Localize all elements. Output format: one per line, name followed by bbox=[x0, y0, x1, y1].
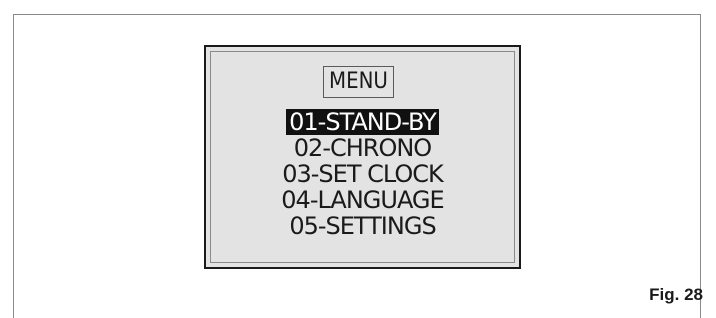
menu-item-set-clock[interactable]: 03-SET CLOCK bbox=[211, 161, 514, 187]
menu-item-chrono[interactable]: 02-CHRONO bbox=[211, 135, 514, 161]
menu-item-stand-by[interactable]: 01-STAND-BY bbox=[211, 109, 514, 135]
menu-item-language[interactable]: 04-LANGUAGE bbox=[211, 187, 514, 213]
lcd-display: MENU 01-STAND-BY 02-CHRONO 03-SET CLOCK … bbox=[204, 45, 521, 269]
menu-item-label: 03-SET CLOCK bbox=[282, 160, 444, 188]
menu-item-label: 01-STAND-BY bbox=[286, 109, 439, 135]
lcd-inner-border: MENU 01-STAND-BY 02-CHRONO 03-SET CLOCK … bbox=[210, 51, 515, 263]
menu-item-label: 02-CHRONO bbox=[293, 134, 432, 162]
menu-item-label: 04-LANGUAGE bbox=[281, 186, 444, 214]
menu-item-settings[interactable]: 05-SETTINGS bbox=[211, 213, 514, 239]
figure-label: Fig. 28 bbox=[649, 285, 703, 304]
menu-title: MENU bbox=[323, 66, 394, 98]
menu-list: 01-STAND-BY 02-CHRONO 03-SET CLOCK 04-LA… bbox=[211, 109, 514, 239]
menu-item-label: 05-SETTINGS bbox=[289, 212, 436, 240]
